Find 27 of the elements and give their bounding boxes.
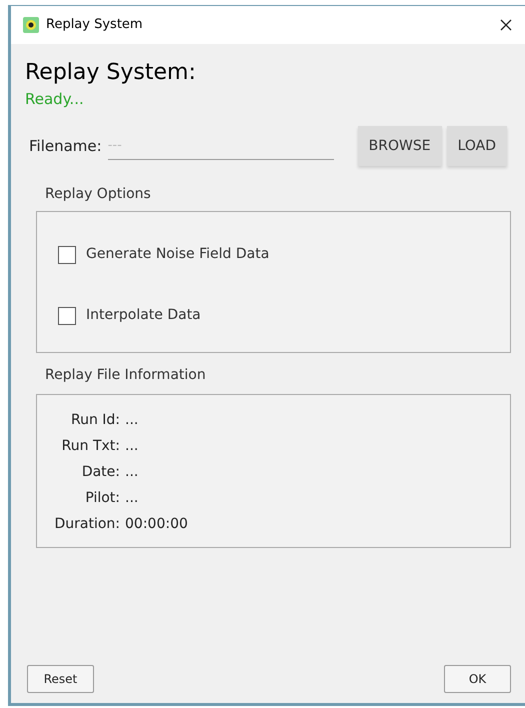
info-label: Pilot:: [84, 488, 120, 508]
info-label: Duration:: [53, 514, 120, 534]
info-value: ...: [125, 488, 138, 508]
action-button[interactable]: BROWSE: [358, 126, 442, 166]
info-label: Run Id:: [70, 410, 120, 430]
checkbox[interactable]: [58, 306, 76, 324]
checkbox-label[interactable]: Generate Noise Field Data: [86, 244, 270, 265]
info-label: Date:: [80, 462, 120, 482]
filename-label: Filename:: [29, 136, 102, 157]
filename-field[interactable]: ---: [108, 132, 334, 160]
checkbox[interactable]: [58, 246, 76, 264]
footer-button[interactable]: OK: [444, 665, 511, 693]
app-icon: [23, 17, 39, 33]
checkbox-label[interactable]: Interpolate Data: [86, 305, 201, 326]
section-label: Replay File Information: [45, 366, 207, 385]
info-label: Run Txt:: [60, 436, 120, 456]
info-value: ...: [125, 462, 138, 482]
status-text: Ready...: [25, 89, 85, 110]
footer-button[interactable]: Reset: [27, 665, 94, 693]
section-label: Replay Options: [45, 185, 152, 204]
info-value: ...: [125, 436, 138, 456]
info-value: ...: [125, 410, 138, 430]
window-title: Replay System: [46, 16, 143, 34]
action-button[interactable]: LOAD: [446, 126, 507, 166]
info-value: 00:00:00: [125, 514, 188, 534]
close-icon[interactable]: [499, 18, 513, 32]
heading: Replay System:: [25, 59, 197, 87]
